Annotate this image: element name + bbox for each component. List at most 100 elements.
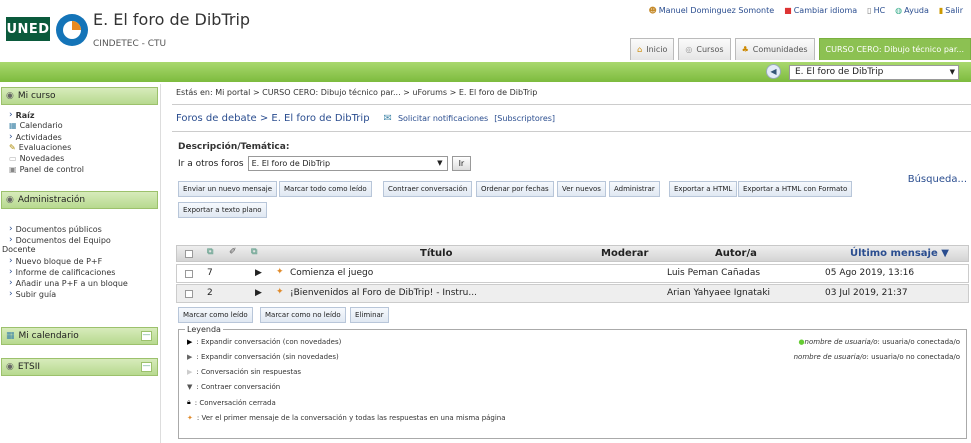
sidebar-head-label: ETSII [17,362,41,372]
sidebar-head-mi-curso[interactable]: ◉ Mi curso [1,87,158,105]
pencil-icon: ✎ [9,143,16,152]
site-subtitle: CINDETEC - CTU [93,39,167,49]
tab-comunidades[interactable]: ♣ Comunidades [734,38,815,60]
thread-title[interactable]: Comienza el juego [290,268,373,278]
sidebar-item-doc-equipo[interactable]: › Documentos del Equipo [9,235,111,245]
back-circle-icon[interactable]: ◀ [766,64,781,79]
attachment-icon: ✐ [229,247,237,257]
expand-icon[interactable]: ▶ [255,268,262,278]
forum-heading: Foros de debate > E. El foro de DibTrip … [176,113,555,124]
delete-button[interactable]: Eliminar [350,307,389,323]
forum-selector-top[interactable]: E. El foro de DibTrip ▼ [789,65,959,80]
chevron-right-icon: › [9,289,13,299]
subscribers-link[interactable]: [Subscriptores] [494,114,555,123]
goto-forum-select[interactable]: E. El foro de DibTrip ▼ [247,156,448,171]
forum-path[interactable]: Foros de debate > E. El foro de DibTrip [176,113,370,124]
help-icon: ◍ [895,6,903,15]
table-row[interactable]: 7 ▶ ✦ Comienza el juego Luis Peman Cañad… [176,264,969,283]
new-message-button[interactable]: Enviar un nuevo mensaje [178,181,278,197]
sidebar-item-calendario[interactable]: ▦ Calendario [9,121,63,130]
tab-inicio[interactable]: ⌂ Inicio [630,38,675,60]
thread-author[interactable]: Luis Peman Cañadas [667,268,760,278]
sidebar-item-doc-publicos[interactable]: › Documentos públicos [9,224,102,234]
export-text-button[interactable]: Exportar a texto plano [178,202,267,218]
thread-last: 05 Ago 2019, 13:16 [825,268,915,278]
news-icon: ▭ [9,154,17,163]
sidebar-item-evaluaciones[interactable]: ✎ Evaluaciones [9,143,71,152]
sidebar-head-mi-calendario[interactable]: ▦ Mi calendario — [1,327,158,345]
site-title: E. El foro de DibTrip [93,10,251,29]
sidebar-item-subir-guia[interactable]: › Subir guía [9,289,56,299]
notify-link[interactable]: Solicitar notificaciones [398,114,488,123]
sidebar-head-label: Administración [17,195,86,205]
go-button[interactable]: Ir [451,156,472,171]
logout-link[interactable]: ▮ Salir [939,6,963,15]
sidebar-head-administracion[interactable]: ◉ Administración [1,191,158,209]
view-new-button[interactable]: Ver nuevos [557,181,606,197]
copy-icon: ⧉ [251,247,258,257]
sort-down-icon: ▼ [941,248,949,259]
calendar-icon: ▦ [9,121,17,130]
mark-all-read-button[interactable]: Marcar todo como leído [279,181,372,197]
home-icon: ⌂ [637,45,643,54]
sidebar-item-panel[interactable]: ▣ Panel de control [9,165,84,174]
thread-icon[interactable]: ✦ [276,267,284,277]
legend-item: 🔒︎: Conversación cerrada [187,398,276,407]
search-link[interactable]: Búsqueda... [908,174,967,185]
tab-cursos[interactable]: ◎ Cursos [678,38,731,60]
language-link[interactable]: ■ Cambiar idioma [784,6,857,15]
mark-read-button[interactable]: Marcar como leído [178,307,253,323]
legend: Leyenda ▶: Expandir conversación (con no… [178,325,967,439]
sidebar-head-etsii[interactable]: ◉ ETSII — [1,358,158,376]
sidebar-item-anadir-pf[interactable]: › Añadir una P+F a un bloque [9,278,128,288]
course-icon: ◉ [6,91,14,101]
sidebar-item-novedades[interactable]: ▭ Novedades [9,154,64,163]
col-title[interactable]: Título [420,248,452,259]
table-row[interactable]: 2 ▶ ✦ ¡Bienvenidos al Foro de DibTrip! -… [176,284,969,303]
admin-button[interactable]: Administrar [609,181,660,197]
legend-title: Leyenda [185,325,223,334]
uned-logo[interactable]: UNED [6,17,50,41]
lock-icon: 🔒︎ [187,398,191,406]
chevron-down-icon: ▼ [437,159,443,167]
select-all-checkbox[interactable] [185,250,193,258]
etsii-icon: ◉ [6,362,14,372]
export-html-format-button[interactable]: Exportar a HTML con Formato [738,181,853,197]
minimize-icon[interactable]: — [141,362,152,372]
row-checkbox[interactable] [185,270,193,278]
disc-icon: ◎ [685,45,693,54]
legend-item: ✦: Ver el primer mensaje de la conversac… [187,414,506,422]
help-link[interactable]: ◍ Ayuda [895,6,929,15]
collapse-button[interactable]: Contraer conversación [383,181,473,197]
sidebar-item-nuevo-bloque[interactable]: › Nuevo bloque de P+F [9,256,102,266]
sort-dates-button[interactable]: Ordenar por fechas [476,181,554,197]
main-tabs: ⌂ Inicio ◎ Cursos ♣ Comunidades CURSO CERO:… [630,38,971,60]
flag-icon: ■ [784,6,792,15]
thread-author[interactable]: Arian Yahyaee Ignataki [667,288,770,298]
doc-icon: ▯ [867,6,872,15]
sidebar-item-doc-equipo-cont[interactable]: Docente [2,245,36,254]
goto-label: Ir a otros foros [178,158,244,169]
sidebar-item-actividades[interactable]: › Actividades [9,132,62,142]
mark-unread-button[interactable]: Marcar como no leído [260,307,346,323]
expand-new-icon: ▶ [187,338,193,346]
user-icon: ☻ [648,6,657,15]
minimize-icon[interactable]: — [141,331,152,341]
sidebar-item-informe[interactable]: › Informe de calificaciones [9,267,115,277]
tab-curso-cero[interactable]: CURSO CERO: Dibujo técnico par... [818,38,971,60]
legend-item: ▼: Contraer conversación [187,383,281,391]
row-checkbox[interactable] [185,290,193,298]
expand-icon[interactable]: ▶ [255,288,262,298]
sidebar-item-raiz[interactable]: › Raíz [9,110,35,120]
col-author[interactable]: Autor/a [715,248,757,259]
user-link[interactable]: ☻ Manuel Dominguez Somonte [648,6,774,15]
export-html-button[interactable]: Exportar a HTML [669,181,738,197]
thread-icon[interactable]: ✦ [276,287,284,297]
collapse-icon: ▼ [187,383,193,391]
hc-link[interactable]: ▯ HC [867,6,885,15]
col-last-message[interactable]: Último mensaje ▼ [850,248,949,259]
table-header: ⧉ ✐ ⧉ Título Moderar Autor/a Último mens… [176,245,969,262]
thread-title[interactable]: ¡Bienvenidos al Foro de DibTrip! - Instr… [290,288,477,298]
top-links: ☻ Manuel Dominguez Somonte ■ Cambiar idiom… [648,6,963,15]
header: UNED E. El foro de DibTrip CINDETEC - CT… [0,0,971,64]
